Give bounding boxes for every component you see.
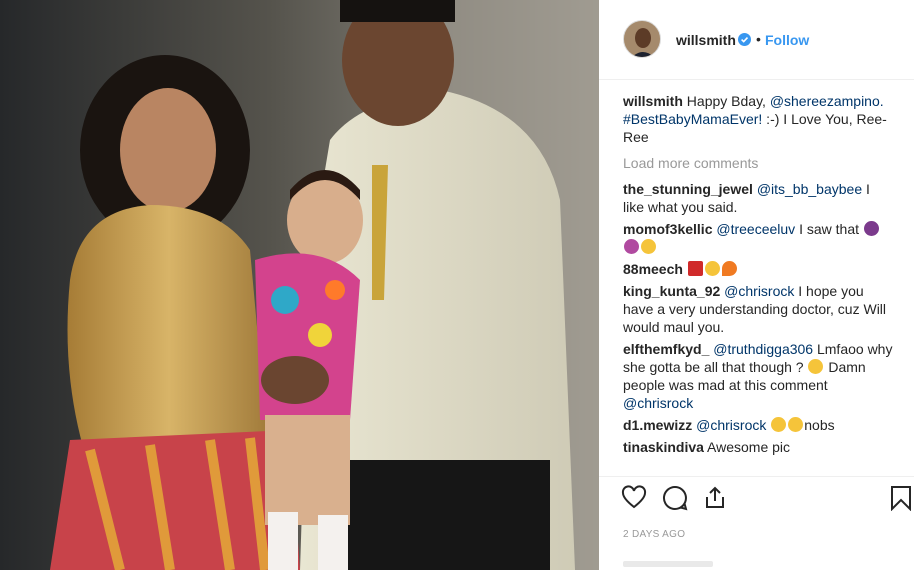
heart-icon[interactable] <box>621 485 647 511</box>
comment-mention[interactable]: @its_bb_baybee <box>757 181 862 197</box>
comment: tinaskindiva Awesome pic <box>623 438 893 456</box>
comment-username[interactable]: elfthemfkyd_ <box>623 341 709 357</box>
caption-username[interactable]: willsmith <box>623 93 683 109</box>
comment-username[interactable]: tinaskindiva <box>623 439 704 455</box>
post-header: willsmith • Follow <box>599 0 914 80</box>
comment-mention[interactable]: @truthdigga306 <box>713 341 813 357</box>
comment-mention[interactable]: @chrisrock <box>696 417 766 433</box>
comment-icon[interactable] <box>662 485 688 511</box>
laughing-emoji-icon <box>771 417 787 432</box>
username-link[interactable]: willsmith <box>676 32 736 48</box>
avatar-image <box>624 21 660 57</box>
comment-username[interactable]: momof3kellic <box>623 221 712 237</box>
share-icon[interactable] <box>702 485 728 511</box>
laughing-emoji-icon <box>808 359 824 374</box>
comment: king_kunta_92 @chrisrock I hope you have… <box>623 282 893 336</box>
comment-username[interactable]: d1.mewizz <box>623 417 692 433</box>
comment-username[interactable]: 88meech <box>623 261 683 277</box>
comment-mention[interactable]: @treeceeluv <box>716 221 795 237</box>
hundred-emoji-icon <box>687 261 703 276</box>
post-details-panel: willsmith • Follow willsmith Happy Bday,… <box>599 0 914 570</box>
bookmark-icon[interactable] <box>888 485 914 511</box>
load-more-comments[interactable]: Load more comments <box>623 154 893 172</box>
verified-badge-icon <box>738 33 751 46</box>
laughing-emoji-icon <box>788 417 804 432</box>
comments-list: willsmith Happy Bday, @shereezampino. #B… <box>623 92 893 460</box>
comment-mention[interactable]: @chrisrock <box>623 395 693 411</box>
comment-text: Awesome pic <box>703 439 791 455</box>
comment-username[interactable]: king_kunta_92 <box>623 283 720 299</box>
comment: elfthemfkyd_ @truthdigga306 Lmfaoo why s… <box>623 340 893 412</box>
separator-dot: • <box>756 31 761 47</box>
post-timestamp: 2 DAYS AGO <box>623 529 686 540</box>
facepalm-emoji-icon <box>624 239 639 254</box>
comment: the_stunning_jewel @its_bb_baybee I like… <box>623 180 893 216</box>
laughing-emoji-icon <box>641 239 656 254</box>
comment: d1.mewizz @chrisrock nobs <box>623 416 893 434</box>
facepalm-emoji-icon <box>863 221 879 236</box>
fire-emoji-icon <box>721 261 737 276</box>
comment-text: I saw that <box>795 221 863 237</box>
liked-by-line <box>623 561 713 567</box>
comment: momof3kellic @treeceeluv I saw that <box>623 220 893 256</box>
comment-mention[interactable]: @chrisrock <box>724 283 794 299</box>
comment-username[interactable]: the_stunning_jewel <box>623 181 753 197</box>
caption-text: Happy Bday, <box>686 93 770 109</box>
follow-button[interactable]: Follow <box>765 32 809 48</box>
caption: willsmith Happy Bday, @shereezampino. #B… <box>623 92 893 146</box>
avatar[interactable] <box>623 20 661 58</box>
caption-hashtag[interactable]: #BestBabyMamaEver! <box>623 111 762 127</box>
comment-text: nobs <box>804 417 835 433</box>
post-photo[interactable] <box>0 0 599 570</box>
caption-mention[interactable]: @shereezampino. <box>770 93 884 109</box>
laughing-emoji-icon <box>704 261 720 276</box>
action-bar: 2 DAYS AGO <box>599 476 914 571</box>
comment: 88meech <box>623 260 893 278</box>
family-photo-image <box>0 0 599 570</box>
